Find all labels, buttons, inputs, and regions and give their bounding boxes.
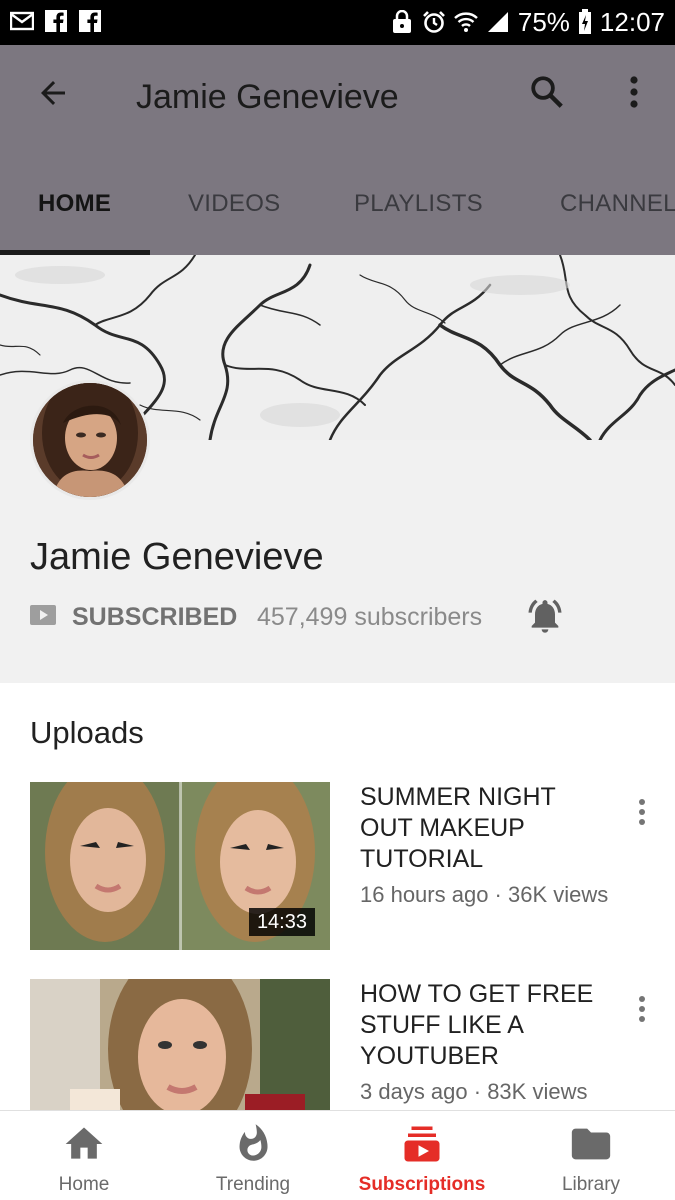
- facebook-icon: [79, 10, 101, 32]
- more-options-button[interactable]: [612, 67, 656, 117]
- battery-percent: 75%: [517, 7, 570, 37]
- more-vert-icon: [639, 996, 645, 1022]
- video-duration: 14:33: [248, 908, 315, 936]
- search-button[interactable]: [522, 67, 572, 117]
- alarm-icon: [422, 11, 445, 33]
- tab-home[interactable]: HOME: [38, 189, 111, 219]
- nav-trending-label: Trending: [215, 1174, 291, 1195]
- video-meta: 3 days ago · 83K views: [360, 1079, 588, 1104]
- status-bar: 75% 12:07: [0, 0, 675, 45]
- app-bar: Jamie Genevieve HOME VIDEOS PLAYLISTS CH…: [0, 45, 675, 255]
- subscriber-count: 457,499 subscribers: [257, 603, 483, 631]
- bottom-navigation: Home Trending Subscriptions Library: [0, 1110, 675, 1200]
- channel-tabs: HOME VIDEOS PLAYLISTS CHANNEL: [0, 163, 675, 255]
- arrow-back-icon: [41, 81, 65, 105]
- video-title[interactable]: HOW TO GET FREE STUFF LIKE A YOUTUBER: [360, 979, 600, 1072]
- lock-icon: [392, 10, 411, 33]
- search-icon: [531, 76, 563, 108]
- video-meta: 16 hours ago · 36K views: [360, 882, 609, 907]
- mail-icon: [10, 11, 34, 31]
- nav-subscriptions-label: Subscriptions: [358, 1174, 486, 1195]
- play-box-icon: [30, 605, 56, 625]
- video-more-button[interactable]: [626, 792, 658, 832]
- subscribed-button[interactable]: SUBSCRIBED: [72, 602, 237, 632]
- nav-home[interactable]: Home: [0, 1111, 168, 1200]
- more-vert-icon: [639, 799, 645, 825]
- video-title[interactable]: SUMMER NIGHT OUT MAKEUP TUTORIAL: [360, 782, 600, 875]
- folder-icon: [571, 1128, 611, 1160]
- more-vert-icon: [630, 76, 638, 108]
- nav-library[interactable]: Library: [507, 1111, 675, 1200]
- facebook-icon: [45, 10, 67, 32]
- tab-videos[interactable]: VIDEOS: [188, 189, 281, 219]
- battery-icon: [578, 9, 591, 34]
- channel-name: Jamie Genevieve: [30, 536, 324, 578]
- nav-trending[interactable]: Trending: [169, 1111, 337, 1200]
- nav-library-label: Library: [561, 1174, 621, 1195]
- nav-subscriptions[interactable]: Subscriptions: [338, 1111, 506, 1200]
- tab-playlists[interactable]: PLAYLISTS: [354, 189, 483, 219]
- tab-channels[interactable]: CHANNEL: [560, 189, 675, 219]
- notifications-bell-button[interactable]: [522, 593, 568, 639]
- nav-home-label: Home: [58, 1174, 110, 1195]
- home-icon: [65, 1127, 103, 1159]
- video-item[interactable]: 14:33 SUMMER NIGHT OUT MAKEUP TUTORIAL 1…: [0, 782, 675, 950]
- clock: 12:07: [599, 7, 665, 37]
- app-bar-title: Jamie Genevieve: [136, 78, 399, 116]
- flame-icon: [239, 1124, 268, 1161]
- channel-avatar[interactable]: [30, 380, 150, 500]
- uploads-section-title: Uploads: [30, 715, 144, 750]
- bell-ringing-icon: [528, 599, 562, 633]
- wifi-icon: [454, 12, 478, 32]
- video-more-button[interactable]: [626, 989, 658, 1029]
- subscriptions-icon: [404, 1126, 440, 1162]
- signal-icon: [487, 12, 508, 32]
- video-thumbnail[interactable]: 14:33: [30, 782, 330, 950]
- back-button[interactable]: [30, 70, 76, 116]
